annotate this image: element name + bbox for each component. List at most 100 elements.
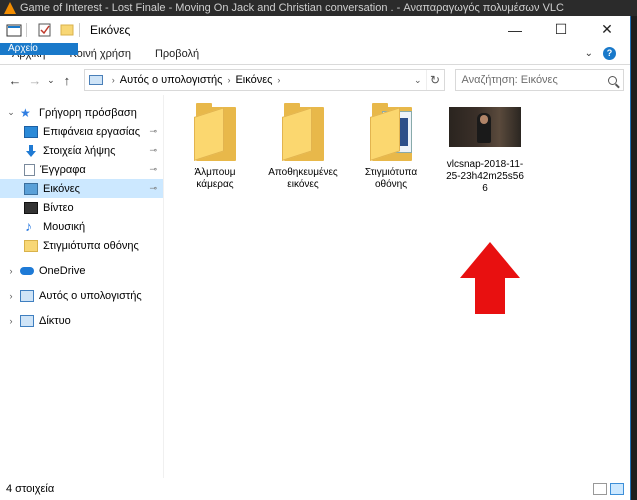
address-bar[interactable]: › Αυτός ο υπολογιστής › Εικόνες › ⌄ ↻ — [83, 69, 445, 91]
search-placeholder: Αναζήτηση: Εικόνες — [461, 74, 558, 86]
file-item-vlcsnap[interactable]: vlcsnap-2018-11-25-23h42m25s566 — [444, 103, 526, 195]
address-dropdown-icon[interactable]: ⌄ — [410, 75, 426, 86]
explorer-window: Εικόνες — ☐ ✕ Αρχείο Αρχική Κοινή χρήση … — [0, 16, 631, 500]
nav-item-pictures[interactable]: Εικόνες ⊸ — [0, 179, 163, 198]
explorer-app-icon — [6, 24, 22, 36]
nav-label: Έγγραφα — [40, 163, 86, 176]
expand-icon[interactable]: › — [6, 316, 16, 326]
window-controls: — ☐ ✕ — [492, 16, 630, 43]
red-arrow-annotation — [460, 242, 520, 314]
nav-item-downloads[interactable]: Στοιχεία λήψης ⊸ — [0, 141, 163, 160]
folder-icon — [280, 103, 326, 161]
pin-icon: ⊸ — [149, 145, 157, 155]
nav-item-desktop[interactable]: Επιφάνεια εργασίας ⊸ — [0, 122, 163, 141]
background-vlc-titlebar: Game of Interest - Lost Finale - Moving … — [0, 0, 637, 16]
tab-view[interactable]: Προβολή — [143, 43, 211, 64]
file-item-camera-roll[interactable]: Άλμπουμ κάμερας — [176, 103, 254, 191]
search-input[interactable]: Αναζήτηση: Εικόνες — [454, 69, 624, 91]
star-icon: ★ — [20, 105, 31, 120]
quick-access-separator — [26, 22, 27, 37]
item-count: 4 στοιχεία — [6, 483, 55, 495]
pin-icon: ⊸ — [149, 183, 157, 193]
file-list[interactable]: Άλμπουμ κάμερας Αποθηκευμένες εικόνες Στ… — [164, 95, 630, 478]
nav-item-videos[interactable]: Βίντεο — [0, 198, 163, 217]
view-switcher — [593, 483, 630, 495]
background-vlc-edge — [631, 16, 637, 500]
nav-label: Επιφάνεια εργασίας — [43, 125, 141, 138]
nav-label: Μουσική — [43, 220, 86, 233]
breadcrumb-separator: › — [277, 75, 281, 85]
large-icons-view-icon[interactable] — [610, 483, 624, 495]
videos-icon — [24, 201, 38, 214]
nav-label: Στοιχεία λήψης — [43, 144, 116, 157]
folder-icon — [192, 103, 238, 161]
nav-label: Εικόνες — [43, 182, 80, 195]
folder-icon — [24, 239, 38, 252]
file-name: Στιγμιότυπα οθόνης — [364, 167, 418, 190]
navigation-pane[interactable]: ⌄ ★ Γρήγορη πρόσβαση Επιφάνεια εργασίας … — [0, 95, 164, 478]
nav-label: OneDrive — [39, 264, 86, 277]
window-title: Εικόνες — [90, 22, 131, 37]
nav-item-screenshots[interactable]: Στιγμιότυπα οθόνης — [0, 236, 163, 255]
music-icon — [24, 218, 38, 234]
screenshot-folder-icon — [368, 103, 414, 161]
up-button[interactable]: ↑ — [58, 70, 76, 90]
breadcrumb-pictures[interactable]: Εικόνες — [235, 74, 272, 86]
tab-file[interactable]: Αρχείο — [0, 43, 78, 55]
nav-onedrive[interactable]: › OneDrive — [0, 261, 163, 280]
downloads-icon — [24, 144, 38, 157]
maximize-button[interactable]: ☐ — [538, 16, 584, 43]
nav-item-documents[interactable]: Έγγραφα ⊸ — [0, 160, 163, 179]
file-name: Αποθηκευμένες εικόνες — [268, 167, 338, 190]
main-content: ⌄ ★ Γρήγορη πρόσβαση Επιφάνεια εργασίας … — [0, 95, 630, 478]
background-window-title: Game of Interest - Lost Finale - Moving … — [20, 2, 564, 14]
breadcrumb-separator: › — [111, 75, 115, 85]
nav-label: Γρήγορη πρόσβαση — [39, 106, 137, 119]
computer-icon — [20, 289, 34, 302]
back-button[interactable]: ← — [6, 70, 24, 90]
desktop-icon — [24, 125, 38, 138]
title-bar: Εικόνες — ☐ ✕ — [0, 16, 630, 43]
file-name: Άλμπουμ κάμερας — [194, 167, 236, 190]
file-item-screenshots[interactable]: Στιγμιότυπα οθόνης — [352, 103, 430, 191]
ribbon-right-controls: ⌄ ? — [585, 43, 630, 64]
properties-icon[interactable] — [37, 23, 53, 37]
nav-network[interactable]: › Δίκτυο — [0, 311, 163, 330]
nav-label: Δίκτυο — [39, 314, 71, 327]
network-icon — [20, 314, 34, 327]
nav-label: Βίντεο — [43, 201, 74, 214]
ribbon-tabs: Αρχείο Αρχική Κοινή χρήση Προβολή ⌄ ? — [0, 43, 630, 65]
onedrive-cloud-icon — [20, 266, 34, 275]
forward-button[interactable]: → — [26, 70, 44, 90]
this-pc-icon — [88, 75, 103, 85]
breadcrumb-this-pc[interactable]: Αυτός ο υπολογιστής — [120, 74, 223, 86]
help-icon[interactable]: ? — [603, 47, 616, 60]
documents-icon — [24, 163, 35, 176]
status-bar: 4 στοιχεία — [0, 478, 630, 500]
recent-locations-button[interactable]: ⌄ — [46, 70, 56, 90]
vlc-cone-icon — [4, 2, 16, 14]
new-folder-icon[interactable] — [59, 23, 75, 37]
pictures-icon — [24, 182, 38, 195]
file-item-saved-pictures[interactable]: Αποθηκευμένες εικόνες — [264, 103, 342, 191]
navigation-bar: ← → ⌄ ↑ › Αυτός ο υπολογιστής › Εικόνες … — [0, 65, 630, 95]
search-icon — [608, 75, 617, 85]
quick-access-separator-2 — [79, 22, 80, 37]
nav-quick-access[interactable]: ⌄ ★ Γρήγορη πρόσβαση — [0, 103, 163, 122]
expand-icon[interactable]: › — [6, 291, 16, 301]
close-button[interactable]: ✕ — [584, 16, 630, 43]
details-view-icon[interactable] — [593, 483, 607, 495]
minimize-button[interactable]: — — [492, 16, 538, 43]
pin-icon: ⊸ — [149, 126, 157, 136]
refresh-icon[interactable]: ↻ — [425, 70, 444, 90]
expand-icon[interactable]: › — [6, 266, 16, 276]
ribbon-expand-icon[interactable]: ⌄ — [585, 48, 593, 59]
nav-this-pc[interactable]: › Αυτός ο υπολογιστής — [0, 286, 163, 305]
nav-label: Αυτός ο υπολογιστής — [39, 289, 142, 302]
nav-label: Στιγμιότυπα οθόνης — [43, 239, 139, 252]
pin-icon: ⊸ — [149, 164, 157, 174]
image-thumbnail — [449, 107, 521, 147]
nav-item-music[interactable]: Μουσική — [0, 217, 163, 236]
expand-icon[interactable]: ⌄ — [6, 107, 16, 118]
file-name: vlcsnap-2018-11-25-23h42m25s566 — [446, 159, 524, 194]
